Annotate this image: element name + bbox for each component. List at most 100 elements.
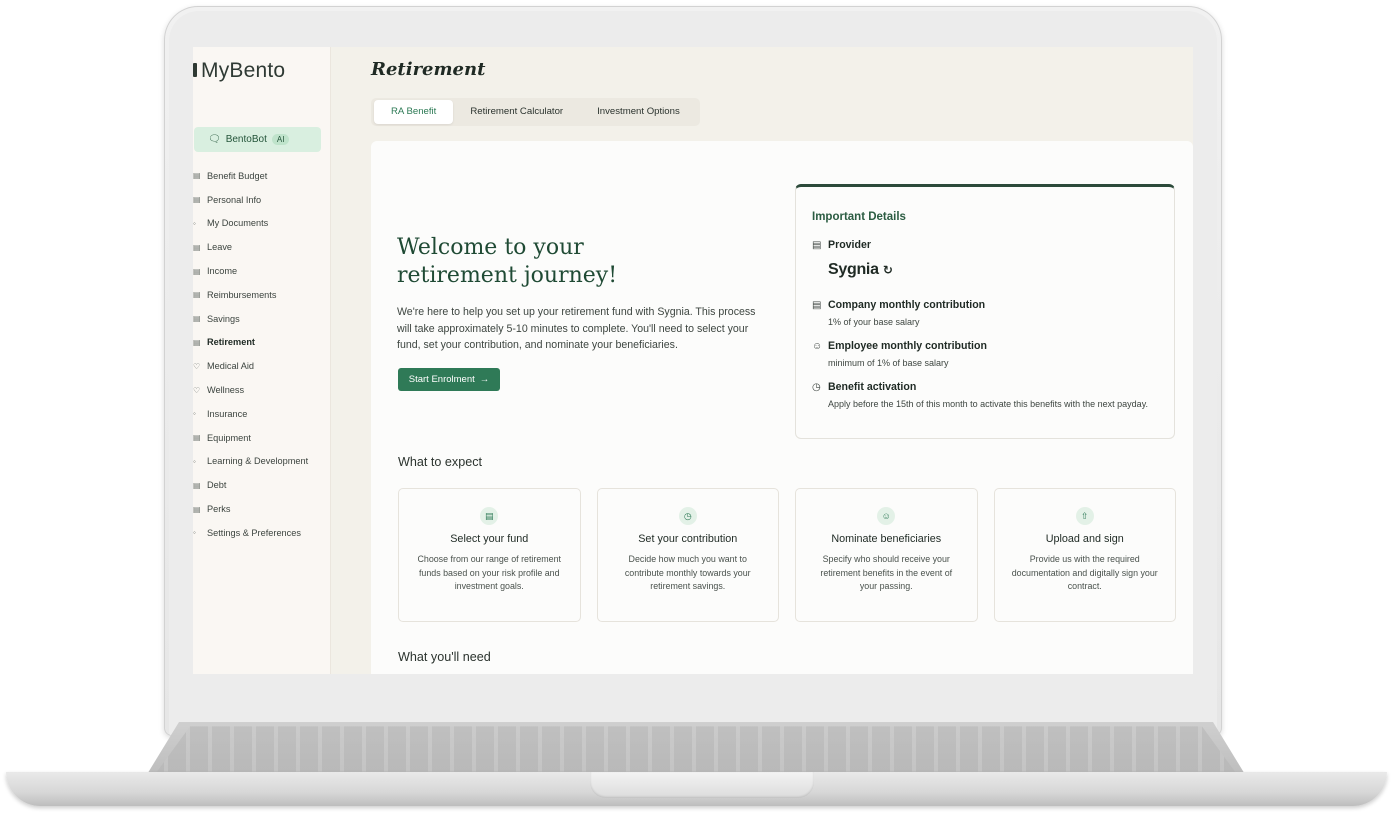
sidebar-item-learning-development[interactable]: ◦ Learning & Development	[193, 450, 330, 474]
employee-contribution-value: minimum of 1% of base salary	[828, 358, 949, 368]
sidebar-item-label: Perks	[207, 504, 231, 515]
bentobot-button[interactable]: 🗨 BentoBot AI	[194, 127, 321, 152]
building-icon: ▤	[812, 240, 822, 251]
sidebar-item-label: Insurance	[207, 408, 248, 419]
gear-icon: ◦	[193, 528, 196, 538]
sidebar-item-insurance[interactable]: ◦ Insurance	[193, 402, 330, 426]
tab-investment-options[interactable]: Investment Options	[580, 100, 697, 124]
card-description: Choose from our range of retirement fund…	[417, 554, 562, 591]
clock-icon: ◷	[678, 507, 697, 525]
chat-icon: 🗨	[208, 134, 221, 145]
sidebar-item-medical-aid[interactable]: ♡ Medical Aid	[193, 354, 330, 378]
sidebar-item-label: Medical Aid	[207, 361, 254, 372]
sidebar-item-label: Debt	[207, 480, 227, 491]
main-content: Welcome to your retirement journey! We'r…	[371, 141, 1193, 674]
company-contribution-value: 1% of your base salary	[828, 317, 920, 327]
card-description: Provide us with the required documentati…	[1011, 554, 1158, 591]
sygnia-mark-icon: ↻	[882, 263, 893, 277]
sidebar-item-label: Benefit Budget	[207, 170, 268, 181]
logo-text: MyBento	[201, 59, 286, 82]
laptop-icon: ▤	[193, 433, 201, 443]
card-title: Upload and sign	[1045, 533, 1124, 545]
logo-mark-icon	[193, 63, 197, 77]
wallet-icon: ▤	[193, 171, 201, 181]
gift-icon: ▤	[193, 504, 201, 514]
sidebar-item-income[interactable]: ▤ Income	[193, 259, 330, 283]
app-screen: MyBento 🗨 BentoBot AI ▤ Benefit Budget ▤ P…	[193, 47, 1193, 674]
card-description: Decide how much you want to contribute m…	[624, 554, 751, 591]
app-logo[interactable]: MyBento	[193, 59, 285, 83]
sygnia-logo: Sygnia ↻	[828, 261, 893, 279]
company-contribution-row: ▤ Company monthly contribution	[812, 299, 985, 311]
benefit-activation-label: Benefit activation	[828, 381, 917, 393]
page-title: Retirement	[371, 59, 486, 80]
sidebar-item-reimbursements[interactable]: ▤ Reimbursements	[193, 283, 330, 307]
upload-icon: ⇧	[1075, 507, 1094, 525]
benefit-activation-row: ◷ Benefit activation	[812, 381, 916, 393]
sidebar-item-equipment[interactable]: ▤ Equipment	[193, 426, 330, 450]
sidebar-item-label: Settings & Preferences	[207, 527, 301, 538]
start-enrolment-button[interactable]: Start Enrolment →	[398, 368, 500, 391]
sidebar-item-perks[interactable]: ▤ Perks	[193, 497, 330, 521]
sidebar-item-label: Personal Info	[207, 194, 262, 205]
briefcase-icon: ▤	[812, 300, 822, 311]
sidebar-item-savings[interactable]: ▤ Savings	[193, 307, 330, 331]
what-you-need-heading: What you'll need	[398, 650, 491, 664]
user-icon: ▤	[193, 195, 201, 205]
document-icon: ◦	[193, 218, 196, 228]
card-title: Select your fund	[450, 533, 529, 545]
sidebar-item-label: My Documents	[207, 218, 269, 229]
employee-contribution-label: Employee monthly contribution	[828, 340, 987, 352]
sidebar-item-label: Reimbursements	[207, 289, 277, 300]
tab-retirement-calculator[interactable]: Retirement Calculator	[453, 100, 580, 124]
income-icon: ▤	[193, 266, 201, 276]
provider-label: Provider	[828, 239, 871, 251]
tab-ra-benefit[interactable]: RA Benefit	[374, 100, 454, 124]
card-description: Specify who should receive your retireme…	[820, 554, 953, 591]
card-title: Set your contribution	[638, 533, 738, 545]
sidebar-item-wellness[interactable]: ♡ Wellness	[193, 378, 330, 402]
steps-cards: ▤ Select your fund Choose from our range…	[398, 488, 1176, 622]
welcome-intro: We're here to help you set up your retir…	[397, 306, 756, 351]
bentobot-label: BentoBot	[225, 134, 267, 145]
step-card-set-contribution: ◷ Set your contribution Decide how much …	[596, 488, 779, 622]
start-enrolment-label: Start Enrolment	[408, 374, 475, 385]
calendar-icon: ▤	[193, 242, 201, 252]
sidebar-item-label: Savings	[207, 313, 240, 324]
trackpad-notch	[590, 772, 814, 798]
shield-icon: ◦	[193, 409, 196, 419]
provider-row: ▤ Provider	[812, 239, 871, 251]
company-contribution-label: Company monthly contribution	[828, 299, 986, 311]
sidebar-item-settings[interactable]: ◦ Settings & Preferences	[193, 521, 330, 545]
sidebar-item-my-documents[interactable]: ◦ My Documents	[193, 212, 330, 236]
sidebar-item-leave[interactable]: ▤ Leave	[193, 235, 330, 259]
what-to-expect-heading: What to expect	[398, 455, 482, 469]
sidebar-item-label: Equipment	[207, 432, 251, 443]
step-card-upload-sign: ⇧ Upload and sign Provide us with the re…	[993, 488, 1176, 622]
fund-icon: ▤	[480, 507, 499, 525]
laptop-base	[6, 722, 1387, 810]
sidebar-item-label: Retirement	[207, 337, 255, 348]
details-title: Important Details	[812, 211, 906, 223]
step-card-nominate-beneficiaries: ☺ Nominate beneficiaries Specify who sho…	[795, 488, 978, 622]
receipt-icon: ▤	[193, 290, 201, 300]
sidebar-item-benefit-budget[interactable]: ▤ Benefit Budget	[193, 164, 330, 188]
sidebar-item-debt[interactable]: ▤ Debt	[193, 473, 330, 497]
welcome-heading: Welcome to your retirement journey!	[397, 235, 618, 288]
piggy-bank-icon: ▤	[193, 314, 201, 324]
building-icon: ▤	[193, 337, 201, 347]
heart-icon: ♡	[193, 361, 201, 371]
user-icon: ☺	[812, 341, 823, 352]
sidebar-item-personal-info[interactable]: ▤ Personal Info	[193, 188, 330, 212]
book-icon: ◦	[193, 456, 196, 466]
tab-bar: RA Benefit Retirement Calculator Investm…	[371, 98, 700, 126]
sidebar-item-retirement[interactable]: ▤ Retirement	[193, 331, 330, 355]
important-details-card: Important Details ▤ Provider Sygnia ↻ ▤ Co…	[795, 184, 1175, 439]
provider-name: Sygnia	[828, 261, 879, 278]
people-icon: ☺	[877, 507, 896, 525]
clock-icon: ◷	[812, 382, 821, 393]
sidebar: MyBento 🗨 BentoBot AI ▤ Benefit Budget ▤ P…	[193, 47, 331, 674]
step-card-select-fund: ▤ Select your fund Choose from our range…	[398, 488, 581, 622]
debt-icon: ▤	[193, 480, 201, 490]
card-title: Nominate beneficiaries	[831, 533, 942, 545]
